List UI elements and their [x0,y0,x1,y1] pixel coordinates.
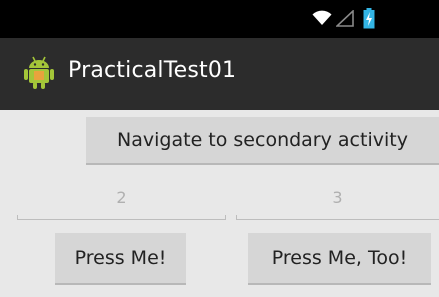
field-tick [225,215,226,220]
app-title: PracticalTest01 [68,58,237,83]
wifi-icon [312,10,332,25]
signal-icon [336,10,354,27]
field-underline [17,219,226,220]
battery-icon [363,8,375,29]
left-number-value: 2 [116,188,127,207]
field-tick [236,215,237,220]
left-number-field[interactable]: 2 [17,184,226,220]
field-tick [17,215,18,220]
navigate-secondary-button[interactable]: Navigate to secondary activity [86,117,439,165]
right-number-value: 3 [332,188,343,207]
field-underline [236,219,439,220]
android-app-icon [24,56,54,89]
press-me-button[interactable]: Press Me! [55,233,186,285]
right-number-field[interactable]: 3 [236,184,439,220]
press-me-too-button[interactable]: Press Me, Too! [248,233,431,285]
status-bar [0,0,439,38]
